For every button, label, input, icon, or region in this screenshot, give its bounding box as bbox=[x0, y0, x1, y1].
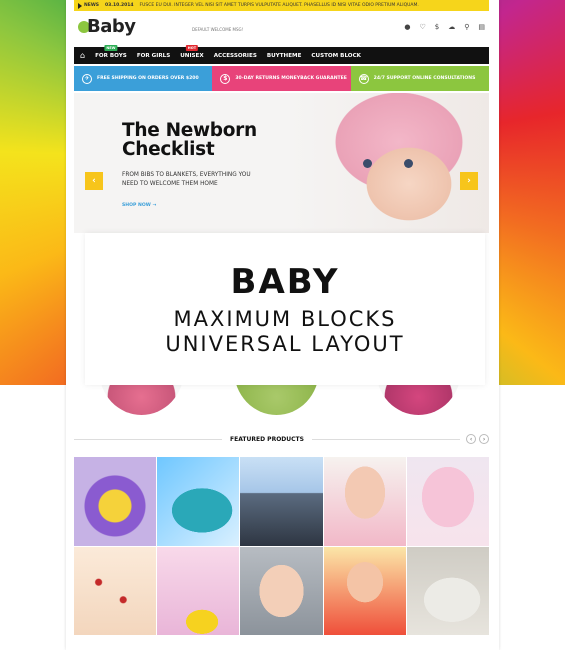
category-circle[interactable] bbox=[99, 385, 184, 415]
welcome-message: DEFAULT WELCOME MSG! bbox=[192, 27, 244, 32]
shop-now-link[interactable]: SHOP NOW ⇢ bbox=[122, 203, 156, 208]
nav-item-custom-block[interactable]: CUSTOM BLOCK bbox=[311, 53, 361, 59]
promo-support[interactable]: ☎ 24/7 SUPPORT ONLINE CONSULTATIONS bbox=[350, 66, 489, 91]
hero-subtitle: FROM BIBS TO BLANKETS, EVERYTHING YOU NE… bbox=[122, 172, 251, 187]
user-icon[interactable]: ● bbox=[404, 24, 410, 31]
hero-slider: The Newborn Checklist FROM BIBS TO BLANK… bbox=[74, 93, 489, 233]
nav-item-accessories[interactable]: ACCESSORIES bbox=[214, 53, 257, 59]
product-tile-pacifier[interactable] bbox=[74, 457, 157, 546]
cloud-icon[interactable]: ☁ bbox=[448, 24, 455, 31]
support-icon: ☎ bbox=[358, 73, 369, 84]
news-bar: NEWS 03.10.2014 FUSCE EU DUI. INTEGER VE… bbox=[74, 0, 489, 11]
product-tile-teddy-bear[interactable] bbox=[406, 457, 489, 546]
nav-item-for-girls[interactable]: FOR GIRLS bbox=[137, 53, 170, 59]
header-icons: ● ♡ $ ☁ ⚲ ▤ bbox=[404, 24, 485, 31]
baby-hero-image bbox=[289, 93, 489, 233]
baby-eye bbox=[404, 159, 413, 168]
promo-strip: ✈ FREE SHIPPING ON ORDERS OVER $200 $ 30… bbox=[74, 66, 489, 91]
product-tile-stroller[interactable] bbox=[240, 457, 323, 546]
category-circle[interactable] bbox=[376, 385, 461, 415]
product-tile-bath-set[interactable] bbox=[157, 546, 240, 635]
hot-badge: HOT bbox=[185, 44, 199, 51]
product-tile-socks[interactable] bbox=[406, 546, 489, 635]
dollar-icon: $ bbox=[220, 73, 231, 84]
news-arrow-icon bbox=[78, 2, 82, 9]
promo-shipping[interactable]: ✈ FREE SHIPPING ON ORDERS OVER $200 bbox=[74, 66, 213, 91]
featured-products-title: FEATURED PRODUCTS bbox=[230, 435, 304, 443]
home-icon[interactable]: ⌂ bbox=[80, 51, 85, 60]
product-grid bbox=[74, 457, 489, 635]
header: Baby DEFAULT WELCOME MSG! ● ♡ $ ☁ ⚲ ▤ bbox=[74, 12, 489, 46]
category-circle[interactable] bbox=[234, 385, 319, 415]
overlay-line-2: UNIVERSAL LAYOUT bbox=[165, 332, 405, 356]
promo-returns[interactable]: $ 30-DAY RETURNS MONEYBACK GUARANTEE bbox=[212, 66, 351, 91]
product-tile-hooded-baby[interactable] bbox=[240, 546, 323, 635]
overlay-title: BABY bbox=[230, 261, 340, 302]
featured-products-header: FEATURED PRODUCTS ‹ › bbox=[74, 432, 490, 446]
heart-icon[interactable]: ♡ bbox=[419, 24, 425, 31]
product-tile-baby-dress[interactable] bbox=[323, 457, 406, 546]
baby-eye bbox=[363, 159, 372, 168]
news-tag: NEWS bbox=[78, 2, 99, 9]
divider bbox=[311, 438, 461, 440]
nav-item-buytheme[interactable]: BUYTHEME bbox=[267, 53, 302, 59]
slider-next-button[interactable]: › bbox=[460, 172, 478, 190]
carousel-next-button[interactable]: › bbox=[479, 434, 490, 444]
product-tile-toy[interactable] bbox=[323, 546, 406, 635]
cart-icon[interactable]: ▤ bbox=[478, 24, 485, 31]
category-circles bbox=[74, 385, 489, 415]
promo-overlay: BABY MAXIMUM BLOCKS UNIVERSAL LAYOUT bbox=[85, 233, 485, 385]
hero-headline: The Newborn Checklist bbox=[122, 120, 257, 161]
airplane-icon: ✈ bbox=[82, 73, 92, 84]
news-date: 03.10.2014 bbox=[105, 3, 134, 8]
logo[interactable]: Baby bbox=[78, 16, 136, 37]
main-nav: ⌂ NEW FOR BOYS FOR GIRLS HOT UNISEX ACCE… bbox=[74, 44, 489, 64]
overlay-line-1: MAXIMUM BLOCKS bbox=[173, 306, 397, 331]
carousel-controls: ‹ › bbox=[466, 434, 490, 444]
nav-item-unisex[interactable]: HOT UNISEX bbox=[180, 44, 204, 59]
nav-item-for-boys[interactable]: NEW FOR BOYS bbox=[95, 44, 127, 59]
carousel-prev-button[interactable]: ‹ bbox=[466, 434, 477, 444]
slider-prev-button[interactable]: ‹ bbox=[85, 172, 103, 190]
news-text[interactable]: FUSCE EU DUI. INTEGER VEL NISI SIT AMET … bbox=[140, 3, 419, 8]
search-icon[interactable]: ⚲ bbox=[464, 24, 469, 31]
logo-text: Baby bbox=[87, 16, 136, 37]
divider bbox=[74, 438, 223, 440]
new-badge: NEW bbox=[104, 44, 118, 51]
product-tile-dress[interactable] bbox=[74, 546, 157, 635]
dollar-icon[interactable]: $ bbox=[435, 24, 439, 31]
product-tile-booties[interactable] bbox=[157, 457, 240, 546]
